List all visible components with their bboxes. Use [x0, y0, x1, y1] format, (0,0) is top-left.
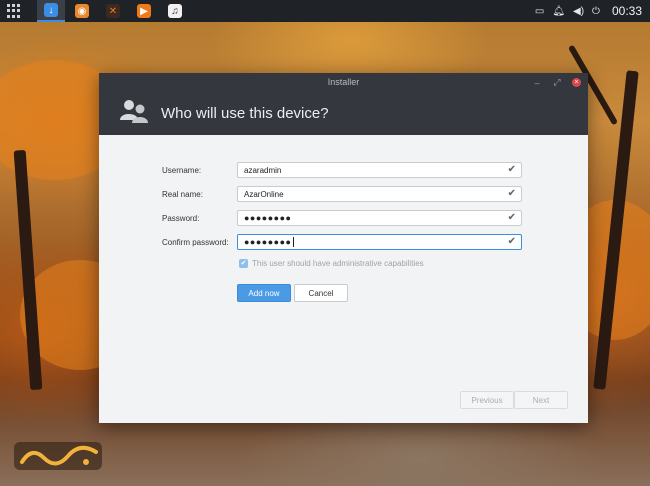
next-button[interactable]: Next	[514, 391, 568, 409]
top-panel: ↓ ◉ ✕ ▶ ♫ ▭ 🔔︎ ◀) ⏻ 00:33	[0, 0, 650, 22]
cancel-button[interactable]: Cancel	[294, 284, 348, 302]
confirm-password-value: ●●●●●●●●	[244, 237, 292, 247]
admin-checkbox[interactable]: ✔	[239, 259, 248, 268]
add-now-button[interactable]: Add now	[237, 284, 291, 302]
browser-icon: ◉	[75, 4, 89, 18]
clock[interactable]: 00:33	[612, 4, 642, 18]
tree-trunk	[13, 149, 43, 391]
close-button[interactable]: ×	[572, 78, 581, 87]
previous-button[interactable]: Previous	[460, 391, 514, 409]
taskbar-media-player[interactable]: ▶	[130, 0, 158, 22]
checkmark-icon: ✔	[507, 164, 516, 175]
page-heading: Who will use this device?	[161, 105, 329, 122]
taskbar-firefox[interactable]: ◉	[68, 0, 96, 22]
window-controls: – ⤢ ×	[532, 77, 581, 88]
username-value: azaradmin	[244, 165, 282, 175]
admin-checkbox-label: This user should have administrative cap…	[252, 259, 424, 268]
minimize-button[interactable]: –	[532, 78, 542, 88]
username-label: Username:	[162, 165, 202, 175]
volume-icon[interactable]: ◀)	[573, 6, 584, 17]
watermark-logo	[14, 442, 102, 470]
power-icon[interactable]: ⏻	[592, 6, 600, 17]
checkmark-icon: ✔	[507, 212, 516, 223]
music-icon: ♫	[168, 4, 182, 18]
play-icon: ▶	[137, 4, 151, 18]
display-icon[interactable]: ▭	[535, 6, 544, 17]
user-form: Username: azaradmin ✔ Real name: AzarOnl…	[99, 135, 588, 423]
checkmark-icon: ✔	[507, 188, 516, 199]
username-input[interactable]: azaradmin ✔	[237, 162, 522, 178]
users-icon	[120, 100, 148, 123]
taskbar-installer[interactable]: ↓	[37, 0, 65, 22]
password-label: Password:	[162, 213, 200, 223]
confirm-password-label: Confirm password:	[162, 237, 229, 247]
password-input[interactable]: ●●●●●●●● ✔	[237, 210, 522, 226]
installer-window: Installer – ⤢ × Who will use this device…	[99, 73, 588, 423]
download-icon: ↓	[44, 3, 58, 17]
text-caret	[292, 237, 294, 247]
app-icon: ✕	[106, 4, 120, 18]
realname-input[interactable]: AzarOnline ✔	[237, 186, 522, 202]
checkmark-icon: ✔	[507, 236, 516, 247]
taskbar-app[interactable]: ✕	[99, 0, 127, 22]
restore-button[interactable]: ⤢	[552, 77, 562, 88]
admin-checkbox-row[interactable]: ✔ This user should have administrative c…	[239, 259, 424, 268]
app-launcher-icon[interactable]	[7, 4, 21, 18]
taskbar-music[interactable]: ♫	[161, 0, 189, 22]
notification-bell-icon[interactable]: 🔔︎	[552, 6, 565, 17]
realname-label: Real name:	[162, 189, 203, 199]
system-tray: ▭ 🔔︎ ◀) ⏻ 00:33	[535, 4, 650, 18]
confirm-password-input[interactable]: ●●●●●●●● ✔	[237, 234, 522, 250]
password-value: ●●●●●●●●	[244, 213, 292, 223]
realname-value: AzarOnline	[244, 189, 284, 199]
window-title: Installer	[327, 77, 360, 87]
window-header: Installer – ⤢ × Who will use this device…	[99, 73, 588, 135]
